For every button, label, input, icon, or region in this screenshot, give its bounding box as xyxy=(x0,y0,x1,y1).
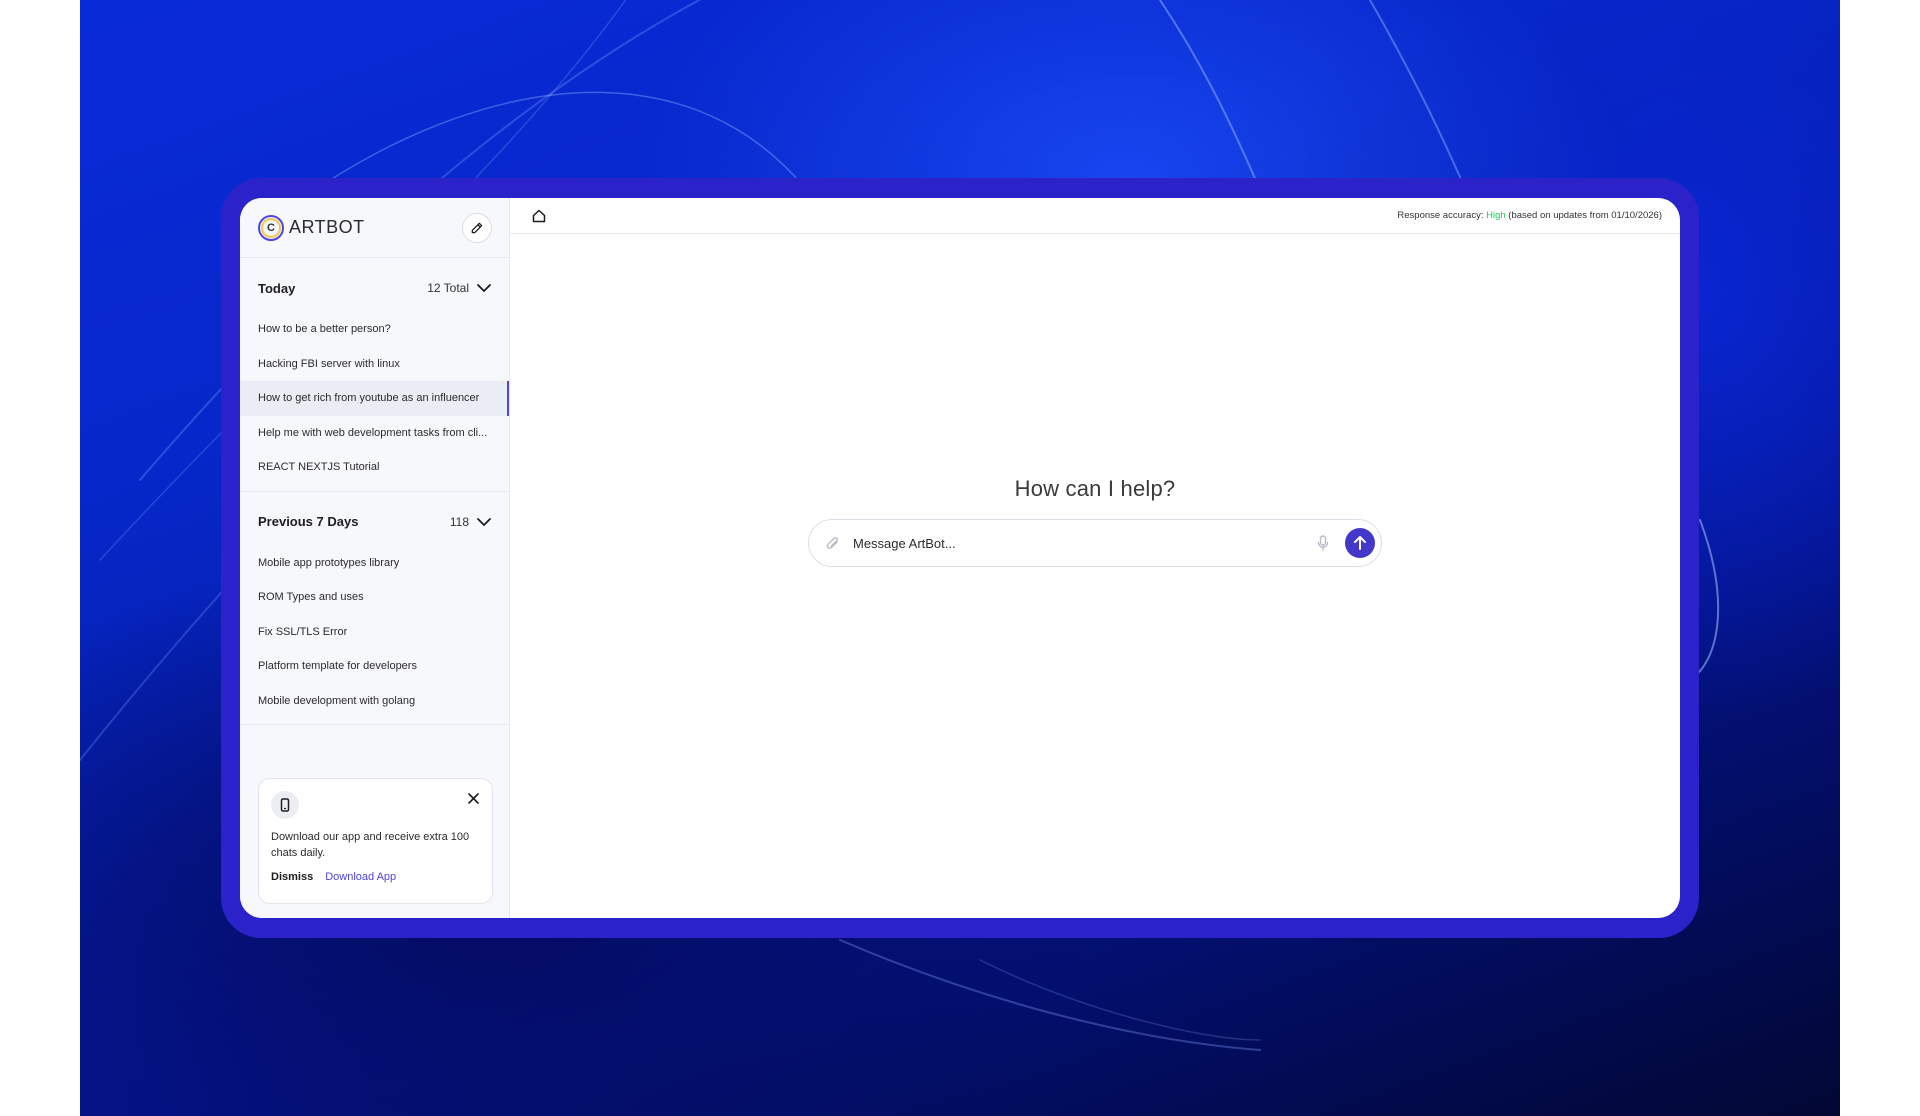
top-bar: Response accuracy: High (based on update… xyxy=(510,198,1680,234)
chat-title: Help me with web development tasks from … xyxy=(258,426,488,439)
attach-icon xyxy=(826,536,838,549)
group-toggle[interactable]: 118 xyxy=(450,515,491,529)
sidebar-header: C ARTBOT xyxy=(240,198,509,258)
chat-group-previous-7-days: Previous 7 Days 118 Mobile app prototype… xyxy=(240,492,509,725)
chat-title: How to be a better person? xyxy=(258,323,391,336)
chevron-down-icon xyxy=(477,517,491,526)
chat-list-item[interactable]: Platform template for developers xyxy=(240,649,509,684)
phone-icon xyxy=(271,791,299,819)
message-input[interactable] xyxy=(853,535,1313,551)
chat-list-item-active[interactable]: How to get rich from youtube as an influ… xyxy=(240,381,509,416)
close-promo-button[interactable] xyxy=(465,790,481,806)
group-title: Previous 7 Days xyxy=(258,514,359,529)
chat-title: REACT NEXTJS Tutorial xyxy=(258,461,380,474)
home-icon xyxy=(532,209,546,222)
main-panel: Response accuracy: High (based on update… xyxy=(510,198,1680,918)
attach-button[interactable] xyxy=(823,533,843,553)
welcome-headline: How can I help? xyxy=(1014,476,1176,501)
chat-group-today: Today 12 Total How to be a better person… xyxy=(240,258,509,492)
close-icon xyxy=(467,792,479,804)
accuracy-label: Response accuracy: xyxy=(1397,210,1484,221)
welcome-area: How can I help? xyxy=(510,476,1680,567)
logo-icon: C xyxy=(258,214,284,241)
chat-list-item[interactable]: Help me with web development tasks from … xyxy=(240,416,509,451)
group-count: 12 Total xyxy=(427,281,469,295)
chat-title: How to get rich from youtube as an influ… xyxy=(258,392,480,405)
group-header: Previous 7 Days 118 xyxy=(240,492,509,546)
dismiss-button[interactable]: Dismiss xyxy=(271,871,313,883)
group-title: Today xyxy=(258,280,296,296)
logo-letter: C xyxy=(261,217,281,238)
response-accuracy: Response accuracy: High (based on update… xyxy=(1397,210,1662,221)
send-arrow-icon xyxy=(1354,536,1366,550)
mic-icon xyxy=(1317,535,1329,551)
chat-title: ROM Types and uses xyxy=(258,591,364,604)
chat-list-item[interactable]: REACT NEXTJS Tutorial xyxy=(240,450,509,485)
accuracy-level: High xyxy=(1486,210,1506,221)
group-header: Today 12 Total xyxy=(240,258,509,312)
chat-list-item[interactable]: ROM Types and uses xyxy=(240,580,509,615)
app-window: C ARTBOT Today 12 Total How to be a bett… xyxy=(240,198,1680,918)
download-app-promo: Download our app and receive extra 100 c… xyxy=(258,778,493,904)
chat-list-item[interactable]: Mobile app prototypes library xyxy=(240,546,509,581)
chat-title: Mobile development with golang xyxy=(258,694,416,707)
microphone-button[interactable] xyxy=(1313,533,1333,553)
brand-name: ARTBOT xyxy=(289,217,365,237)
new-chat-button[interactable] xyxy=(462,212,492,243)
chat-title: Platform template for developers xyxy=(258,660,417,673)
download-app-link[interactable]: Download App xyxy=(325,871,396,883)
chat-list-item[interactable]: Fix SSL/TLS Error xyxy=(240,615,509,650)
chevron-down-icon xyxy=(477,284,491,293)
chat-title: Mobile app prototypes library xyxy=(258,556,400,569)
chat-list-item[interactable]: Hacking FBI server with linux xyxy=(240,347,509,382)
group-toggle[interactable]: 12 Total xyxy=(427,281,491,295)
chat-title: Hacking FBI server with linux xyxy=(258,357,400,370)
promo-text: Download our app and receive extra 100 c… xyxy=(271,831,470,859)
chat-title: Fix SSL/TLS Error xyxy=(258,625,348,638)
send-button[interactable] xyxy=(1345,528,1375,558)
sidebar: C ARTBOT Today 12 Total How to be a bett… xyxy=(240,198,510,918)
group-count: 118 xyxy=(449,514,469,529)
chat-list-item[interactable]: Mobile development with golang xyxy=(240,684,509,719)
promo-actions: Dismiss Download App xyxy=(271,871,480,883)
chat-list-item[interactable]: How to be a better person? xyxy=(240,312,509,347)
new-chat-icon xyxy=(471,222,483,233)
message-composer xyxy=(808,519,1382,567)
accuracy-note: (based on updates from 01/10/2026) xyxy=(1508,210,1662,221)
home-button[interactable] xyxy=(532,208,548,224)
brand[interactable]: C ARTBOT xyxy=(258,214,365,241)
